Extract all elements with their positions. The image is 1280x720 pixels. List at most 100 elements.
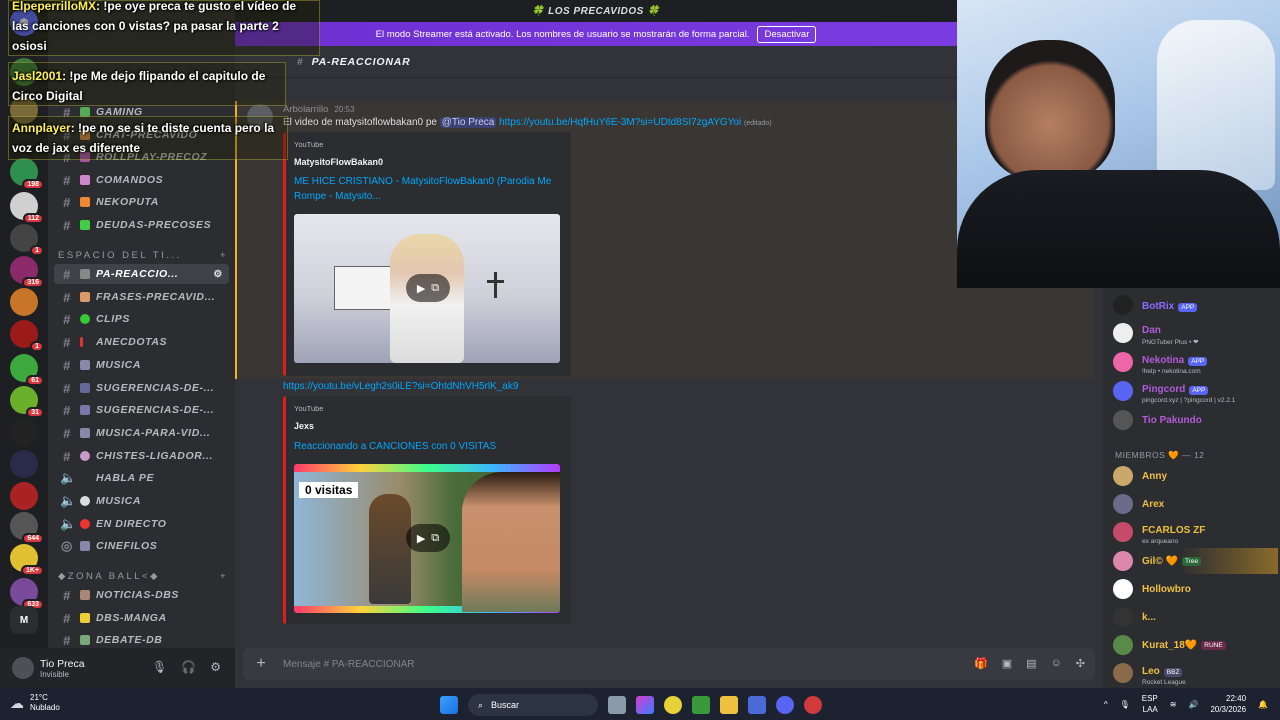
discord-icon[interactable]	[776, 696, 794, 714]
chevron-up-icon[interactable]: ^	[1104, 700, 1108, 709]
server-icon[interactable]: 1	[10, 224, 44, 256]
add-attachment-icon[interactable]: +	[243, 655, 279, 673]
channel-nekoputa[interactable]: # NEKOPUTA	[54, 192, 229, 212]
channel-comandos[interactable]: # COMANDOS	[54, 170, 229, 190]
server-icon[interactable]: 61	[10, 354, 44, 386]
channel-musica-para-vid[interactable]: # MUSICA-PARA-VID...	[54, 423, 229, 443]
play-button[interactable]: ▶ ⧉	[406, 524, 450, 552]
file-explorer-icon[interactable]	[720, 696, 738, 714]
weather-widget[interactable]: ☁ 21°C Nublado	[10, 693, 60, 713]
category-espacio[interactable]: ESPACIO DEL TI... +	[58, 250, 228, 261]
message-author[interactable]: Arbolarrillo 20:53	[283, 104, 354, 115]
server-icon[interactable]: 112	[10, 192, 44, 224]
server-icon[interactable]: 316	[10, 256, 44, 288]
user-mention[interactable]: @Tio Preca	[439, 117, 497, 128]
category-zona-ball[interactable]: ◆ZONA BALL<◆ +	[58, 571, 228, 582]
search-box[interactable]: ⌕ Buscar	[468, 694, 598, 716]
message-input-placeholder[interactable]: Mensaje # PA-REACCIONAR	[283, 659, 415, 670]
language[interactable]: ESP	[1142, 693, 1158, 704]
voice-musica[interactable]: 🔈 MUSICA	[54, 491, 229, 511]
author-name[interactable]: Arbolarrillo	[283, 104, 328, 115]
embed-provider[interactable]: YouTube	[294, 140, 323, 149]
stage-cinefilos[interactable]: ◎ CINEFILOS	[54, 536, 229, 556]
message-link[interactable]: https://youtu.be/vLegh2s0iLE?si=OhtdNhVH…	[283, 381, 518, 392]
member-item[interactable]: Tio Pakundo	[1113, 407, 1278, 433]
member-item[interactable]: Kurat_18🧡 RUNE	[1113, 632, 1278, 658]
channel-sugerencias-1[interactable]: # SUGERENCIAS-DE-...	[54, 378, 229, 398]
member-item[interactable]: Anny	[1113, 463, 1278, 489]
gift-icon[interactable]: 🎁	[974, 657, 988, 670]
channel-clips[interactable]: # CLIPS	[54, 309, 229, 329]
channel-frases[interactable]: # FRASES-PRECAVID...	[54, 287, 229, 307]
notification-bell-icon[interactable]: 🔔	[1258, 700, 1268, 709]
sticker-icon[interactable]: ▤	[1026, 657, 1036, 670]
settings-gear-icon[interactable]: ⚙	[213, 269, 223, 280]
server-icon[interactable]	[10, 288, 38, 316]
deactivate-button[interactable]: Desactivar	[757, 25, 817, 43]
windows-start-icon[interactable]	[440, 696, 458, 714]
emoji-icon[interactable]: ☺	[1051, 657, 1062, 670]
member-item[interactable]: FCARLOS ZF ex arqueano	[1113, 519, 1278, 545]
embed-author[interactable]: Jexs	[294, 421, 314, 431]
member-item[interactable]: Gil© 🧡 Tree	[1113, 548, 1278, 574]
member-item[interactable]: Hollowbro	[1113, 576, 1278, 602]
server-icon-letter[interactable]: M	[10, 606, 38, 634]
embed-author[interactable]: MatysitoFlowBakan0	[294, 157, 383, 167]
embed-title[interactable]: ME HICE CRISTIANO - MatysitoFlowBakan0 (…	[294, 174, 564, 204]
voice-en-directo[interactable]: 🔈 EN DIRECTO	[54, 514, 229, 534]
embed-provider[interactable]: YouTube	[294, 404, 323, 413]
microphone-icon[interactable]: 🎙	[1120, 700, 1130, 709]
apps-icon[interactable]: ✣	[1076, 657, 1085, 670]
settings-gear-icon[interactable]: ⚙	[210, 660, 221, 674]
server-icon[interactable]	[10, 450, 38, 478]
play-button[interactable]: ▶ ⧉	[406, 274, 450, 302]
keyboard-layout[interactable]: LAA	[1142, 704, 1158, 715]
clock[interactable]: 22:40 20/3/2026	[1210, 693, 1246, 715]
member-item[interactable]: Nekotina APP !help • nekotina.com	[1113, 349, 1278, 375]
server-icon[interactable]: 644	[10, 512, 44, 544]
channel-musica[interactable]: # MUSICA	[54, 355, 229, 375]
server-icon[interactable]	[10, 418, 38, 446]
voice-habla-pe[interactable]: 🔈 HABLA PE	[54, 468, 229, 488]
member-item[interactable]: Pingcord APP pingcord.xyz | ?pingcord | v2…	[1113, 378, 1278, 404]
channel-deudas[interactable]: # DEUDAS-PRECOSES	[54, 215, 229, 235]
message-link[interactable]: https://youtu.be/HqfHuY6E-3M?si=UDtd8SI7…	[499, 117, 741, 128]
channel-debate-db[interactable]: # DEBATE-DB	[54, 630, 229, 648]
video-thumbnail[interactable]: 0 visitas ▶ ⧉	[294, 464, 560, 613]
video-thumbnail[interactable]: ▶ ⧉	[294, 214, 560, 363]
server-icon[interactable]: 198	[10, 158, 44, 190]
channel-anecdotas[interactable]: # ANECDOTAS	[54, 332, 229, 352]
member-item[interactable]: Leo BBZ Rocket League	[1113, 660, 1278, 686]
message-composer[interactable]: + Mensaje # PA-REACCIONAR 🎁 ▣ ▤ ☺ ✣	[243, 648, 1095, 680]
minecraft-icon[interactable]	[692, 696, 710, 714]
channel-noticias-dbs[interactable]: # NOTICIAS-DBS	[54, 585, 229, 605]
member-item[interactable]: BotRix APP	[1113, 292, 1278, 318]
server-icon[interactable]: 633	[10, 578, 44, 610]
server-icon[interactable]: 31	[10, 386, 44, 418]
member-item[interactable]: Dan PNGTuber Plus • ❤	[1113, 320, 1278, 346]
headphones-icon[interactable]: 🎧	[181, 660, 196, 674]
add-channel-icon[interactable]: +	[220, 571, 228, 582]
channel-dbs-manga[interactable]: # DBS-MANGA	[54, 608, 229, 628]
store-icon[interactable]	[748, 696, 766, 714]
chrome-icon[interactable]	[664, 696, 682, 714]
copilot-icon[interactable]	[636, 696, 654, 714]
avatar[interactable]	[12, 657, 34, 679]
volume-icon[interactable]: 🔊	[1188, 700, 1198, 709]
embed-title[interactable]: Reaccionando a CANCIONES con 0 VISITAS	[294, 439, 564, 454]
server-icon[interactable]: 1K+	[10, 544, 44, 576]
member-item[interactable]: k...	[1113, 604, 1278, 630]
channel-sugerencias-2[interactable]: # SUGERENCIAS-DE-...	[54, 400, 229, 420]
add-channel-icon[interactable]: +	[220, 250, 228, 261]
wifi-icon[interactable]: ≋	[1170, 700, 1177, 709]
channel-chistes[interactable]: # CHISTES-LIGADOR...	[54, 446, 229, 466]
channel-pa-reaccionar[interactable]: # PA-REACCIO... ⚙	[54, 264, 229, 284]
microphone-icon[interactable]: 🎙	[152, 660, 167, 674]
app-icon[interactable]	[804, 696, 822, 714]
member-item[interactable]: Arex	[1113, 491, 1278, 517]
server-icon[interactable]: 1	[10, 320, 44, 352]
task-view-icon[interactable]	[608, 696, 626, 714]
server-icon[interactable]	[10, 482, 38, 510]
gif-icon[interactable]: ▣	[1002, 657, 1012, 670]
hash-icon: #	[63, 194, 71, 210]
